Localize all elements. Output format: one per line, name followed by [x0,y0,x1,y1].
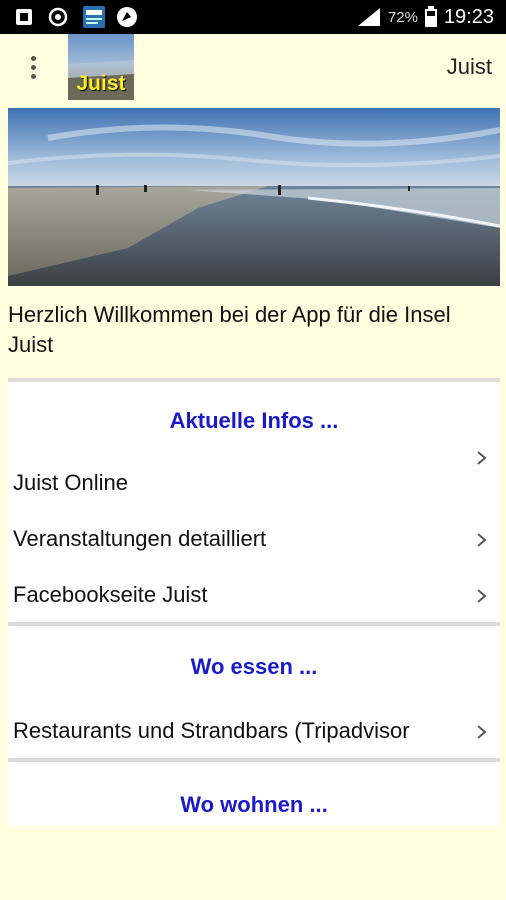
beach-hero-image [8,108,500,286]
section-header-where-to-eat: Wo essen ... [190,654,318,679]
chevron-right-icon [477,451,487,465]
section-header-current-info: Aktuelle Infos ... [169,408,339,433]
section-where-to-eat: Wo essen ... Restaurants und Strandbars … [8,622,500,760]
welcome-text: Herzlich Willkommen bei der App für die … [8,302,451,357]
section-current-info: Aktuelle Infos ... Juist Online Veransta… [8,378,500,622]
sync-notification-icon [48,7,68,27]
app-bar: Juist Juist [0,34,506,102]
list-item-label: Veranstaltungen detailliert [13,526,267,551]
compass-notification-icon [117,7,137,27]
list-item-events[interactable]: Veranstaltungen detailliert [8,508,500,562]
list-item-label: Juist Online [13,470,128,495]
logo-text: Juist [76,72,126,95]
app-logo: Juist [68,34,134,100]
section-header-where-to-stay: Wo wohnen ... [180,792,328,817]
battery-icon [424,6,437,27]
chevron-right-icon [477,533,487,547]
chevron-right-icon [477,725,487,739]
news-app-notification-icon [83,6,105,28]
clock: 19:23 [443,5,494,28]
section-where-to-stay: Wo wohnen ... [8,758,500,826]
status-bar: 72% 19:23 [0,0,506,34]
signal-icon [357,8,380,26]
screenshot-notification-icon [16,9,32,25]
list-item-facebook[interactable]: Facebookseite Juist [8,564,500,618]
list-item-label: Restaurants und Strandbars (Tripadvisor [13,718,410,743]
list-item-juist-online[interactable]: Juist Online [8,446,500,500]
list-item-restaurants[interactable]: Restaurants und Strandbars (Tripadvisor [8,702,500,756]
list-item-label: Facebookseite Juist [13,582,208,607]
overflow-menu-icon[interactable] [18,52,48,84]
battery-percent: 72% [387,8,418,26]
app-title: Juist [446,54,492,79]
chevron-right-icon [477,589,487,603]
